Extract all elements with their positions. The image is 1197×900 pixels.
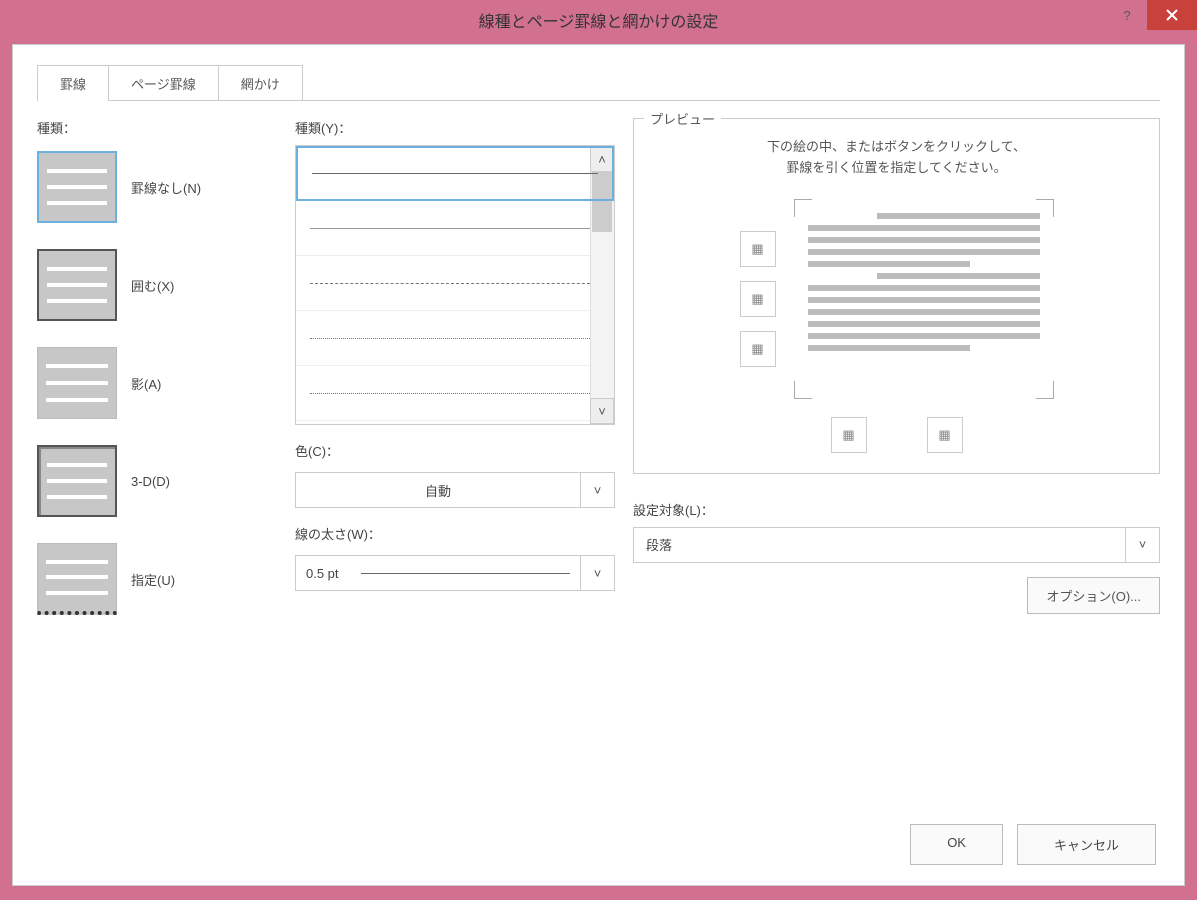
tab-strip: 罫線 ページ罫線 網かけ	[37, 65, 1184, 101]
style-scroll-down[interactable]: ˅	[590, 398, 614, 424]
width-label: 線の太さ(W)：	[295, 524, 615, 543]
corner-tl	[794, 199, 812, 217]
style-row-3[interactable]	[296, 256, 614, 311]
setting-shadow-thumb	[37, 347, 117, 419]
setting-custom[interactable]: 指定(U)	[37, 543, 277, 615]
corner-br	[1036, 381, 1054, 399]
preview-legend: プレビュー	[644, 109, 721, 128]
preview-left-buttons: ▦ ▦ ▦	[740, 231, 776, 367]
client-area: 罫線 ページ罫線 網かけ 種類： 罫線なし(N) 囲む(X)	[12, 44, 1185, 886]
close-button[interactable]	[1147, 0, 1197, 30]
color-dropdown[interactable]: 自動 ˅	[295, 472, 615, 508]
apply-to-dropdown-btn[interactable]: ˅	[1125, 528, 1159, 562]
setting-custom-thumb	[37, 543, 117, 615]
help-button[interactable]: ?	[1107, 0, 1147, 30]
preview-hint-2: 罫線を引く位置を指定してください。	[650, 158, 1143, 179]
border-top-button[interactable]: ▦	[740, 231, 776, 267]
preview-hint: 下の絵の中、またはボタンをクリックして、 罫線を引く位置を指定してください。	[650, 137, 1143, 179]
width-text: 0.5 pt	[306, 566, 339, 581]
border-hcenter-button[interactable]: ▦	[740, 281, 776, 317]
border-right-button[interactable]: ▦	[927, 417, 963, 453]
style-row-4[interactable]	[296, 311, 614, 366]
preview-fieldset: プレビュー 下の絵の中、またはボタンをクリックして、 罫線を引く位置を指定してく…	[633, 118, 1160, 474]
preview-hint-1: 下の絵の中、またはボタンをクリックして、	[650, 137, 1143, 158]
setting-none-label: 罫線なし(N)	[131, 178, 201, 197]
corner-tr	[1036, 199, 1054, 217]
style-row-1[interactable]	[296, 146, 614, 201]
setting-shadow-label: 影(A)	[131, 374, 161, 393]
width-value: 0.5 pt	[296, 556, 580, 590]
cancel-button[interactable]: キャンセル	[1017, 824, 1156, 865]
style-row-5[interactable]	[296, 366, 614, 421]
setting-label: 種類：	[37, 118, 277, 137]
setting-box[interactable]: 囲む(X)	[37, 249, 277, 321]
setting-shadow[interactable]: 影(A)	[37, 347, 277, 419]
dialog-title: 線種とページ罫線と網かけの設定	[479, 8, 719, 32]
close-icon	[1165, 8, 1179, 22]
border-left-button[interactable]: ▦	[831, 417, 867, 453]
style-column: 種類(Y)： ˄ ˅ 色(C)： 自動 ˅ 線の太さ(W)	[295, 114, 615, 615]
dialog-window: 線種とページ罫線と網かけの設定 ? 罫線 ページ罫線 網かけ 種類： 罫線なし(…	[0, 0, 1197, 900]
preview-area: ▦ ▦ ▦	[650, 199, 1143, 399]
color-label: 色(C)：	[295, 441, 615, 460]
tab-borders[interactable]: 罫線	[37, 65, 109, 101]
setting-3d[interactable]: 3-D(D)	[37, 445, 277, 517]
color-value: 自動	[296, 473, 580, 507]
preview-column: プレビュー 下の絵の中、またはボタンをクリックして、 罫線を引く位置を指定してく…	[633, 114, 1160, 615]
setting-list: 罫線なし(N) 囲む(X) 影(A) 3-D(D)	[37, 151, 277, 615]
setting-none[interactable]: 罫線なし(N)	[37, 151, 277, 223]
style-listbox[interactable]: ˄ ˅	[295, 145, 615, 425]
dialog-footer: OK キャンセル	[910, 824, 1156, 865]
apply-to-row: 設定対象(L)： 段落 ˅ オプション(O)...	[633, 496, 1160, 614]
setting-3d-thumb	[37, 445, 117, 517]
ok-button[interactable]: OK	[910, 824, 1003, 865]
setting-3d-label: 3-D(D)	[131, 474, 170, 489]
width-dropdown-btn[interactable]: ˅	[580, 556, 614, 590]
tab-underline	[37, 100, 1160, 101]
border-bottom-button[interactable]: ▦	[740, 331, 776, 367]
apply-to-label: 設定対象(L)：	[633, 500, 1160, 519]
tab-shading[interactable]: 網かけ	[218, 65, 303, 101]
titlebar: 線種とページ罫線と網かけの設定 ?	[0, 0, 1197, 40]
setting-none-thumb	[37, 151, 117, 223]
setting-box-label: 囲む(X)	[131, 276, 174, 295]
titlebar-buttons: ?	[1107, 0, 1197, 30]
setting-custom-label: 指定(U)	[131, 570, 175, 589]
options-button[interactable]: オプション(O)...	[1027, 577, 1160, 614]
preview-bottom-buttons: ▦ ▦	[650, 417, 1143, 453]
color-dropdown-btn[interactable]: ˅	[580, 473, 614, 507]
corner-bl	[794, 381, 812, 399]
apply-to-value: 段落	[634, 528, 1125, 562]
width-preview-line	[361, 573, 570, 574]
tab-page-border[interactable]: ページ罫線	[108, 65, 219, 101]
style-row-2[interactable]	[296, 201, 614, 256]
width-dropdown[interactable]: 0.5 pt ˅	[295, 555, 615, 591]
style-label: 種類(Y)：	[295, 118, 615, 137]
setting-box-thumb	[37, 249, 117, 321]
preview-canvas[interactable]	[794, 199, 1054, 399]
apply-to-dropdown[interactable]: 段落 ˅	[633, 527, 1160, 563]
setting-column: 種類： 罫線なし(N) 囲む(X) 影(A)	[37, 114, 277, 615]
content: 種類： 罫線なし(N) 囲む(X) 影(A)	[13, 102, 1184, 615]
preview-textlines	[808, 213, 1040, 351]
